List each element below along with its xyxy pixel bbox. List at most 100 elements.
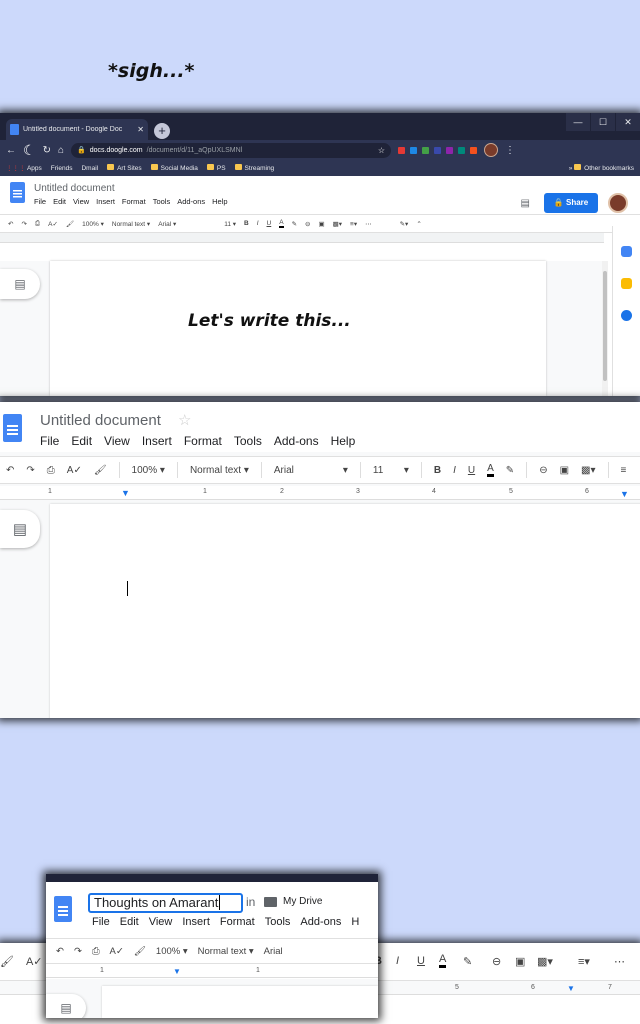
drive-folder-icon[interactable] (264, 897, 277, 907)
indent-marker-icon[interactable]: ▼ (567, 984, 575, 993)
spellcheck-icon[interactable]: A✓ (110, 946, 124, 957)
url-bar[interactable]: 🔒 docs.doogle.com/document/d/11_aQpUXLSM… (71, 142, 391, 158)
italic-icon[interactable]: I (257, 220, 259, 227)
highlight-icon[interactable]: ✎ (506, 465, 514, 476)
menu-addons[interactable]: Add-ons (177, 197, 205, 206)
other-bookmarks[interactable]: » Other bookmarks (569, 164, 634, 172)
extension-icon[interactable] (434, 146, 441, 154)
menu-view[interactable]: View (104, 434, 130, 448)
bookmark-friends[interactable]: Friends (51, 165, 73, 172)
underline-icon[interactable]: U (468, 465, 475, 476)
menu-help[interactable]: Help (331, 434, 356, 448)
collapse-icon[interactable]: ⌃ (416, 220, 421, 228)
docs-logo-icon[interactable] (3, 414, 22, 442)
insert-comment-icon[interactable]: ▣ (560, 465, 569, 476)
redo-icon[interactable]: ↷ (21, 220, 26, 228)
font-select[interactable]: Arial ▾ (158, 220, 216, 228)
font-select[interactable]: Arial (264, 946, 283, 957)
bold-icon[interactable]: B (434, 465, 441, 476)
menu-addons[interactable]: Add-ons (274, 434, 319, 448)
paint-format-icon[interactable]: 🖌 (66, 220, 74, 228)
tasks-icon[interactable] (621, 310, 632, 321)
indent-marker-icon[interactable]: ▼ (173, 967, 181, 976)
menu-insert[interactable]: Insert (142, 434, 172, 448)
underline-icon[interactable]: U (267, 220, 272, 227)
paint-format-icon[interactable]: 🖌 (0, 955, 14, 968)
text-color-icon[interactable]: A (487, 463, 494, 477)
extension-icon[interactable] (446, 146, 453, 154)
more-icon[interactable]: ⋯ (614, 955, 625, 968)
doc-title-large[interactable]: Untitled document (40, 412, 161, 429)
ruler-rename[interactable]: 1 ▼ 1 (46, 966, 378, 978)
outline-button[interactable]: ▤ (0, 510, 40, 548)
print-icon[interactable]: ⎙ (92, 946, 100, 957)
doc-page-rename[interactable] (102, 986, 378, 1018)
bold-icon[interactable]: B (244, 220, 249, 227)
insert-comment-icon[interactable]: ▣ (515, 955, 525, 968)
menu-tools[interactable]: Tools (153, 197, 171, 206)
insert-image-icon[interactable]: ▩▾ (333, 220, 342, 228)
insert-image-icon[interactable]: ▩▾ (537, 955, 553, 968)
italic-icon[interactable]: I (453, 465, 456, 476)
underline-icon[interactable]: U (417, 955, 425, 967)
italic-icon[interactable]: I (396, 955, 399, 967)
new-tab-button[interactable]: + (154, 123, 170, 139)
text-color-icon[interactable]: A (439, 953, 447, 968)
link-icon[interactable]: ⊖ (305, 220, 310, 228)
align-icon[interactable]: ≡ (621, 465, 627, 476)
link-icon[interactable]: ⊖ (539, 465, 547, 476)
bookmark-art-sites[interactable]: Art Sites (107, 164, 142, 172)
menu-insert[interactable]: Insert (182, 916, 210, 928)
menu-format[interactable]: Format (184, 434, 222, 448)
drive-location[interactable]: My Drive (283, 896, 322, 907)
menu-tools[interactable]: Tools (265, 916, 291, 928)
star-icon[interactable]: ☆ (178, 411, 191, 429)
zoom-select[interactable]: 100% ▾ (132, 465, 165, 476)
bookmark-streaming[interactable]: Streaming (234, 164, 274, 172)
share-button[interactable]: 🔒 Share (544, 193, 598, 213)
bookmark-social-media[interactable]: Social Media (150, 164, 198, 172)
menu-tools[interactable]: Tools (234, 434, 262, 448)
paint-format-icon[interactable]: 🖌 (94, 465, 107, 476)
minimize-icon[interactable]: — (566, 113, 590, 131)
extension-icon[interactable] (458, 146, 465, 154)
maximize-icon[interactable]: ☐ (591, 113, 615, 131)
outline-button[interactable]: ▤ (0, 269, 40, 299)
menu-addons[interactable]: Add-ons (300, 916, 341, 928)
extension-icon[interactable] (470, 146, 477, 154)
spellcheck-icon[interactable]: A✓ (48, 220, 58, 228)
size-select[interactable]: 11 ▾ (224, 220, 236, 228)
docs-logo-icon[interactable] (10, 182, 25, 203)
doc-page-large[interactable] (50, 504, 640, 718)
spellcheck-icon[interactable]: A✓ (67, 465, 82, 476)
menu-kebab-icon[interactable]: ⋮ (505, 145, 515, 156)
browser-tab[interactable]: Untitled document - Doogle Doc ✕ (6, 119, 148, 140)
close-tab-icon[interactable]: ✕ (137, 125, 144, 134)
zoom-select[interactable]: 100% ▾ (82, 220, 104, 228)
align-icon[interactable]: ≡▾ (578, 955, 590, 968)
reload-icon[interactable]: ↻ (43, 145, 51, 156)
profile-avatar[interactable] (484, 143, 498, 157)
spellcheck-icon[interactable]: A✓ (26, 955, 43, 968)
menu-edit[interactable]: Edit (53, 197, 66, 206)
paint-format-icon[interactable]: 🖌 (134, 946, 146, 957)
calendar-icon[interactable] (621, 246, 632, 257)
bookmark-apps[interactable]: ⋮⋮⋮ Apps (6, 164, 42, 172)
keep-icon[interactable] (621, 278, 632, 289)
extension-icon[interactable] (398, 146, 405, 154)
menu-format[interactable]: Format (122, 197, 146, 206)
extension-icon[interactable] (422, 146, 429, 154)
menu-help[interactable]: Help (212, 197, 227, 206)
highlight-icon[interactable]: ✎ (292, 220, 297, 228)
more-icon[interactable]: ⋯ (365, 220, 372, 228)
redo-icon[interactable]: ↷ (74, 946, 82, 957)
align-icon[interactable]: ≡▾ (350, 220, 357, 228)
style-select[interactable]: Normal text ▾ (112, 220, 150, 228)
menu-insert[interactable]: Insert (96, 197, 115, 206)
undo-icon[interactable]: ↶ (8, 220, 13, 228)
undo-icon[interactable]: ↶ (6, 465, 14, 476)
link-icon[interactable]: ⊖ (492, 955, 501, 968)
menu-edit[interactable]: Edit (71, 434, 92, 448)
redo-icon[interactable]: ↷ (26, 465, 34, 476)
insert-image-icon[interactable]: ▩▾ (581, 465, 595, 476)
